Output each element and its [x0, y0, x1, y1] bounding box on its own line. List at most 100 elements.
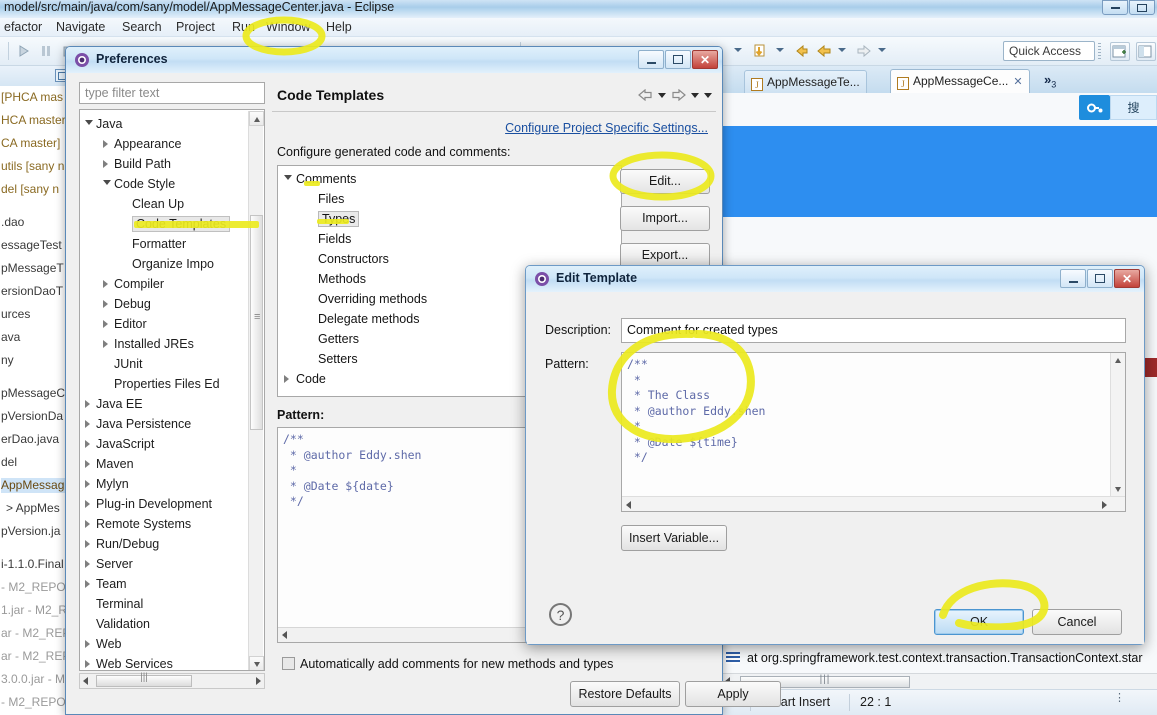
sidebar-item-web[interactable]: Web [80, 634, 121, 654]
sidebar-item-terminal[interactable]: Terminal [80, 594, 143, 614]
menu-item-refactor[interactable]: efactor [0, 19, 46, 35]
twisty-collapsed-icon[interactable] [85, 660, 90, 668]
back-arrow-icon[interactable] [816, 43, 832, 59]
cancel-button[interactable]: Cancel [1032, 609, 1122, 635]
import-button[interactable]: Import... [620, 206, 710, 231]
tab-overflow-chevron[interactable]: »3 [1044, 72, 1056, 90]
auto-comments-row[interactable]: Automatically add comments for new metho… [282, 657, 613, 671]
sidebar-item-debug[interactable]: Debug [80, 294, 151, 314]
twisty-expanded-icon[interactable] [85, 120, 93, 125]
pattern-horizontal-scrollbar[interactable] [622, 496, 1125, 511]
nav-forward-caret-icon[interactable] [691, 92, 699, 98]
menu-item-window[interactable]: Window [262, 19, 314, 35]
run-resume-icon[interactable] [16, 43, 32, 59]
edit-template-dialog[interactable]: Edit Template ✕ Description: Comment for… [525, 265, 1145, 645]
explorer-row[interactable]: erDao.java [1, 432, 71, 447]
explorer-row[interactable]: essageTest [1, 238, 71, 253]
toolbar-dropdown-caret-4[interactable] [878, 48, 886, 52]
twisty-collapsed-icon[interactable] [284, 375, 289, 383]
configure-project-specific-settings-link[interactable]: Configure Project Specific Settings... [505, 121, 708, 135]
twisty-collapsed-icon[interactable] [85, 440, 90, 448]
auto-comments-checkbox[interactable] [282, 657, 295, 670]
template-item-types[interactable]: Types [278, 209, 360, 229]
description-input[interactable]: Comment for created types [621, 318, 1126, 343]
explorer-row[interactable]: - M2_REPO [1, 695, 71, 710]
ide-minimize-button[interactable] [1102, 0, 1128, 15]
template-item-code[interactable]: Code [278, 369, 326, 389]
scroll-down-arrow-icon[interactable] [249, 656, 264, 670]
sidebar-item-properties-files-ed[interactable]: Properties Files Ed [80, 374, 220, 394]
menu-item-project[interactable]: Project [172, 19, 219, 35]
page-navigation[interactable] [638, 88, 712, 102]
explorer-row[interactable]: ar - M2_REP [1, 626, 71, 641]
sidebar-item-code-templates[interactable]: Code Templates [80, 214, 231, 234]
perspective-java-button[interactable] [1136, 42, 1156, 61]
twisty-collapsed-icon[interactable] [103, 340, 108, 348]
sidebar-item-compiler[interactable]: Compiler [80, 274, 164, 294]
edit-button[interactable]: Edit... [620, 169, 710, 194]
pattern-vertical-scrollbar[interactable] [1110, 353, 1125, 497]
sidebar-item-mylyn[interactable]: Mylyn [80, 474, 129, 494]
twisty-collapsed-icon[interactable] [85, 580, 90, 588]
menu-item-navigate[interactable]: Navigate [52, 19, 109, 35]
sidebar-item-organize-impo[interactable]: Organize Impo [80, 254, 214, 274]
twisty-collapsed-icon[interactable] [103, 140, 108, 148]
scroll-left-arrow-icon[interactable] [282, 631, 287, 639]
insert-variable-button[interactable]: Insert Variable... [621, 525, 727, 551]
pause-icon[interactable] [38, 43, 54, 59]
infinity-tool-icon[interactable] [1079, 95, 1110, 120]
scroll-right-arrow-icon[interactable] [1102, 501, 1107, 509]
sidebar-item-plug-in-development[interactable]: Plug-in Development [80, 494, 212, 514]
quick-access-input[interactable]: Quick Access [1003, 41, 1095, 61]
sidebar-item-team[interactable]: Team [80, 574, 127, 594]
explorer-row[interactable]: - M2_REPO [1, 580, 71, 595]
explorer-row[interactable]: HCA master] [1, 113, 71, 128]
menu-item-search[interactable]: Search [118, 19, 166, 35]
template-item-constructors[interactable]: Constructors [278, 249, 389, 269]
console-horizontal-scrollbar[interactable] [722, 673, 1157, 689]
edit-template-minimize-button[interactable] [1060, 269, 1086, 288]
sidebar-item-appearance[interactable]: Appearance [80, 134, 181, 154]
template-item-methods[interactable]: Methods [278, 269, 366, 289]
sidebar-item-maven[interactable]: Maven [80, 454, 134, 474]
ide-window-controls[interactable] [1102, 0, 1155, 15]
restore-defaults-button[interactable]: Restore Defaults [570, 681, 680, 707]
twisty-collapsed-icon[interactable] [103, 160, 108, 168]
twisty-expanded-icon[interactable] [284, 175, 292, 180]
template-item-getters[interactable]: Getters [278, 329, 359, 349]
sidebar-item-javascript[interactable]: JavaScript [80, 434, 154, 454]
pattern-textarea[interactable]: /** * * The Class * @author Eddy.shen * … [621, 352, 1126, 512]
filter-input[interactable]: type filter text [79, 82, 265, 104]
explorer-row[interactable]: .dao [1, 215, 71, 230]
menu-item-help[interactable]: Help [322, 19, 356, 35]
scroll-left-arrow-icon[interactable] [83, 677, 88, 685]
explorer-row[interactable]: del [1, 455, 71, 470]
explorer-row[interactable]: ersionDaoT [1, 284, 71, 299]
explorer-row[interactable]: [PHCA mas [1, 90, 71, 105]
nav-back-caret-icon[interactable] [658, 92, 666, 98]
sidebar-item-installed-jres[interactable]: Installed JREs [80, 334, 194, 354]
twisty-collapsed-icon[interactable] [85, 480, 90, 488]
scroll-right-arrow-icon[interactable] [256, 677, 261, 685]
editor-tab-appmessagetest[interactable]: J AppMessageTe... [744, 70, 867, 93]
twisty-collapsed-icon[interactable] [85, 400, 90, 408]
forward-arrow-icon[interactable] [856, 43, 872, 59]
explorer-row[interactable]: i-1.1.0.Final [1, 557, 71, 572]
explorer-row[interactable]: ava [1, 330, 71, 345]
template-item-comments[interactable]: Comments [278, 169, 356, 189]
menu-item-run[interactable]: Run [228, 19, 259, 35]
template-item-delegate-methods[interactable]: Delegate methods [278, 309, 419, 329]
edit-template-maximize-button[interactable] [1087, 269, 1113, 288]
search-tool-button[interactable]: 搜 [1110, 95, 1157, 120]
sidebar-item-junit[interactable]: JUnit [80, 354, 142, 374]
scroll-left-arrow-icon[interactable] [626, 501, 631, 509]
explorer-row[interactable]: pVersionDa [1, 409, 71, 424]
explorer-row[interactable]: 3.0.0.jar - M [1, 672, 71, 687]
open-perspective-button[interactable] [1110, 42, 1130, 61]
preferences-close-button[interactable]: ✕ [692, 50, 718, 69]
explorer-row[interactable]: 1.jar - M2_R [1, 603, 71, 618]
close-icon[interactable]: ✕ [1013, 76, 1022, 88]
explorer-row[interactable]: urces [1, 307, 71, 322]
edit-template-close-button[interactable]: ✕ [1114, 269, 1140, 288]
explorer-row[interactable]: pMessageT [1, 261, 71, 276]
